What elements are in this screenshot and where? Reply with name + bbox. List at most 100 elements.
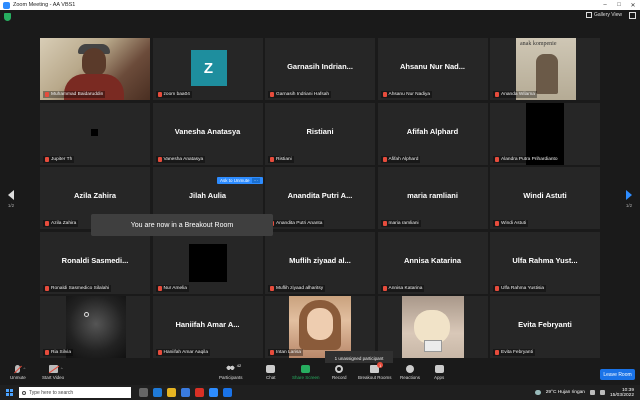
reactions-button[interactable]: Reactions [400,365,420,380]
chevron-left-icon [8,190,14,200]
next-page-button[interactable]: 1/2 [624,190,634,208]
participant-display-name: Evita Febryanti [518,320,572,329]
participant-tile[interactable]: Anandita Putri A... Anandita Putri Ananta [265,167,375,229]
chat-button[interactable]: Chat [266,365,276,380]
close-button[interactable]: ✕ [626,0,640,10]
participant-name: Afifah Alphard [388,156,419,162]
microphone-muted-icon [495,350,499,355]
more-options-icon[interactable]: ··· [251,178,261,183]
breakout-badge: 1 [377,362,384,368]
participant-display-name: Garnasih Indrian... [287,62,353,71]
participant-tile[interactable]: Intan Larisa [265,296,375,358]
windows-taskbar: Type here to search 29°C Hujan ringan 10… [0,385,640,400]
participant-tile[interactable]: Ahsanu Nur Nad... Ahsanu Nur Nadiya [377,38,488,100]
participant-tile[interactable]: anak kompenie Ananda Wilama [490,38,600,100]
participant-name: Muflih ziyaad alharitsy [276,285,324,291]
ask-to-unmute-button[interactable]: Ask to Unmute ··· [217,177,264,184]
maximize-button[interactable]: □ [612,0,626,10]
participant-name: Haniifah Amar Aaqila [163,350,209,355]
apps-button[interactable]: Apps [434,365,444,380]
unmute-button[interactable]: ^ Unmute [10,365,26,380]
unmute-label: Unmute [10,375,26,380]
minimize-button[interactable]: – [598,0,612,10]
store-icon[interactable] [181,388,190,397]
network-icon[interactable] [589,390,595,395]
meeting-toolbar: ^ Unmute ^ Start Video 42 Participants C… [0,362,640,385]
taskbar-search-box[interactable]: Type here to search [19,387,131,398]
mail-icon[interactable] [223,388,232,397]
microphone-muted-icon [382,156,387,162]
participant-tile[interactable]: Ulfa Rahma Yust... Ulfa Rahma Yustisia [490,231,600,294]
participant-tile[interactable]: Ronaldi Sasmedi... Ronaldi Sasmedico Sila… [40,231,150,294]
gallery-view-toggle[interactable]: Gallery View [586,12,622,18]
leave-room-button[interactable]: Leave Room [600,369,635,380]
apps-label: Apps [434,375,445,380]
volume-icon[interactable] [599,390,605,395]
participant-tile[interactable]: Muhammad Baidaruddin [40,38,150,100]
participant-name: Nur Amelia [163,285,187,291]
participant-name-label: Windi Astuti [493,220,529,227]
participant-tile[interactable]: Windi Astuti Windi Astuti [490,167,600,229]
participant-tile[interactable]: Ria Silvia [40,296,150,358]
participant-name-label: Ristiani [268,155,294,163]
weather-icon[interactable] [534,390,541,395]
participant-tile[interactable]: Alandra Putra Prihardianto [490,102,600,165]
zoom-taskbar-icon[interactable] [209,388,218,397]
microphone-muted-icon [382,285,387,291]
participant-tile[interactable]: Annisa Katarina Annisa Katarina [377,231,488,294]
search-placeholder: Type here to search [29,389,74,396]
previous-page-button[interactable]: 1/2 [6,190,16,208]
participant-tile[interactable]: Afifah Alphard Afifah Alphard [377,102,488,165]
participant-tile[interactable]: Vanesha Anatasya Vanesha Anatasya [152,102,263,165]
participant-tile[interactable]: Jupiter Th [40,102,150,165]
breakout-rooms-button[interactable]: 1 Breakout Rooms [358,362,392,380]
share-screen-button[interactable]: Share Screen [292,365,320,380]
microphone-muted-icon [270,92,274,97]
participant-display-name: Ulfa Rahma Yust... [512,255,578,265]
start-video-button[interactable]: ^ Start Video [42,365,64,380]
microphone-muted-icon [45,350,49,355]
participant-name: Alandra Putra Prihardianto [501,156,558,162]
participant-name-label: Vanesha Anatasya [155,155,206,163]
participant-name-label: Alandra Putra Prihardianto [493,155,560,163]
participants-button[interactable]: 42 Participants [219,363,243,380]
microphone-muted-icon [157,92,162,97]
participant-gallery: Muhammad Baidaruddin Zzoom baa04 Garnasih … [40,38,600,358]
participants-label: Participants [219,375,243,380]
participant-tile[interactable]: maria ramliani maria ramliani [377,167,488,229]
security-shield-icon[interactable] [4,13,11,21]
participant-tile[interactable]: Evita Febryanti Evita Febryanti [490,296,600,358]
microphone-muted-icon [157,156,162,162]
task-view-icon[interactable] [139,388,148,397]
page-indicator-right: 1/2 [625,203,633,208]
weather-text[interactable]: 29°C Hujan ringan [546,390,585,395]
participant-tile[interactable]: Ristiani Ristiani [265,102,375,165]
edge-icon[interactable] [153,388,162,397]
participant-tile[interactable]: Muflih ziyaad al... Muflih ziyaad alharit… [265,231,375,294]
windows-start-icon[interactable] [6,389,13,396]
participant-name: Intan Larisa [276,350,302,355]
participant-name-label: Haniifah Amar Aaqila [155,349,211,356]
participant-tile[interactable]: Zzoom baa04 [152,38,263,100]
participant-tile[interactable]: Haniifah Amar A... Haniifah Amar Aaqila [152,296,263,358]
participant-name-label: Ria Silvia [43,349,73,356]
profile-photo-text: anak kompenie [520,41,557,47]
taskbar-apps [139,388,232,397]
clock-date: 15/03/2022 [609,392,634,398]
participant-name: Annisa Katarina [388,285,423,291]
clock[interactable]: 10:39 15/03/2022 [610,388,634,398]
chevron-right-icon [626,190,632,200]
participant-display-name: Ahsanu Nur Nad... [399,62,465,71]
participant-tile[interactable] [377,296,488,358]
record-button[interactable]: Record [332,365,347,380]
share-screen-icon [301,365,311,373]
participant-tile[interactable]: Nur Amelia [152,231,263,294]
chrome-icon[interactable] [195,388,204,397]
window-title: Zoom Meeting - AA VBS1 [13,2,76,8]
search-icon [22,390,26,395]
file-explorer-icon[interactable] [167,388,176,397]
participant-tile[interactable]: Garnasih Indrian... Garnasih Indriani Haf… [265,38,375,100]
participant-name: Ulfa Rahma Yustisia [501,285,545,291]
participant-name: Anandita Putri Ananta [276,221,323,226]
fullscreen-icon[interactable] [629,12,636,19]
